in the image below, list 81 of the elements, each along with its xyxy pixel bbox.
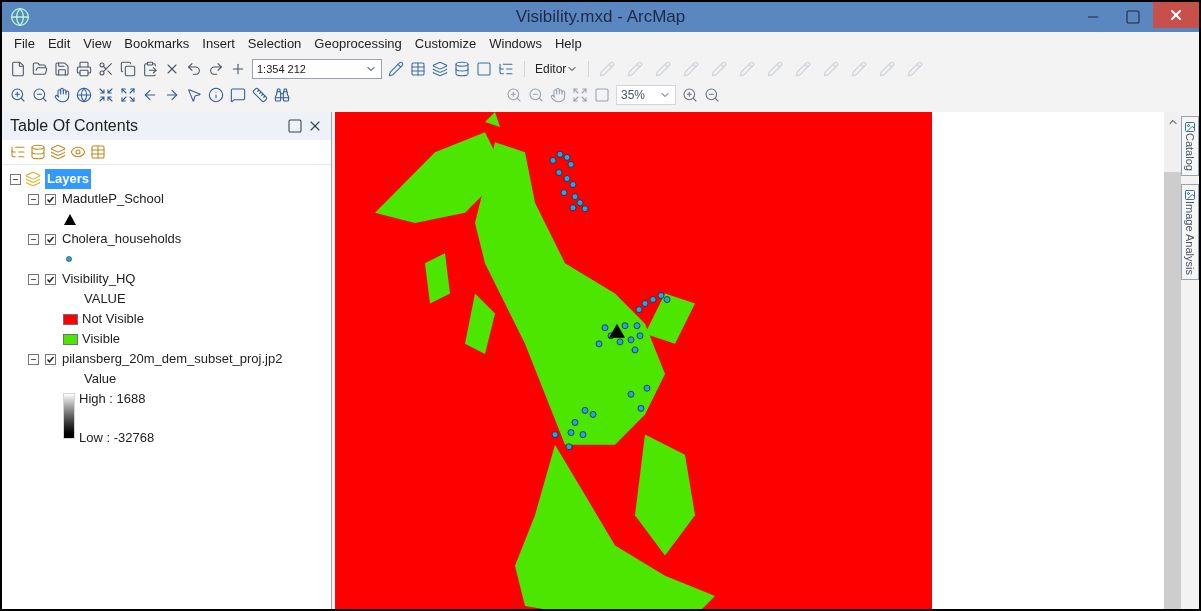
- toc-view-icon[interactable]: [50, 144, 66, 160]
- back-icon[interactable]: [142, 87, 158, 103]
- collapse-toggle[interactable]: [28, 273, 39, 285]
- menu-item[interactable]: Windows: [489, 34, 542, 54]
- legend-label: Low : -32768: [79, 428, 155, 447]
- layout-pan-icon[interactable]: [550, 87, 566, 103]
- zoom-in-icon[interactable]: [10, 87, 26, 103]
- pan-icon[interactable]: [54, 87, 70, 103]
- fixed-zoom-in-icon[interactable]: [98, 87, 114, 103]
- legend-label: Visible: [82, 330, 121, 349]
- measure-icon[interactable]: [252, 87, 268, 103]
- menu-item[interactable]: Bookmarks: [124, 34, 190, 54]
- forward-icon[interactable]: [164, 87, 180, 103]
- paste-icon[interactable]: [142, 61, 158, 77]
- grayscale-ramp: [63, 393, 75, 439]
- undo-icon[interactable]: [186, 61, 202, 77]
- scale-dropdown[interactable]: 1:354 212: [252, 59, 382, 79]
- legend-label: Not Visible: [82, 310, 144, 329]
- menu-item[interactable]: Help: [554, 34, 582, 54]
- close-button[interactable]: [1153, 2, 1199, 28]
- editor-menu-button[interactable]: Editor: [535, 60, 579, 78]
- toc-view-icon[interactable]: [10, 144, 26, 160]
- database-icon[interactable]: [454, 61, 470, 77]
- add-data-icon[interactable]: [230, 61, 246, 77]
- open-folder-icon[interactable]: [32, 61, 48, 77]
- layers-icon[interactable]: [432, 61, 448, 77]
- collapse-toggle[interactable]: [28, 353, 39, 365]
- fixed-zoom-out-icon[interactable]: [120, 87, 136, 103]
- layout-zoom-out-icon[interactable]: [704, 87, 720, 103]
- layout-zoom-dropdown[interactable]: 35%: [616, 85, 676, 105]
- zoom-out-icon[interactable]: [32, 87, 48, 103]
- layer-checkbox[interactable]: [45, 273, 56, 285]
- new-document-icon[interactable]: [10, 61, 26, 77]
- menu-item[interactable]: Edit: [47, 34, 71, 54]
- tree-item[interactable]: Visibility_HQ: [62, 269, 136, 289]
- find-icon[interactable]: [274, 87, 290, 103]
- window-title: Visibility.mxd - ArcMap: [515, 6, 686, 29]
- select-pointer-icon[interactable]: [186, 87, 202, 103]
- table-icon[interactable]: [410, 61, 426, 77]
- menu-item[interactable]: View: [83, 34, 112, 54]
- menu-item[interactable]: Insert: [202, 34, 235, 54]
- collapse-toggle[interactable]: [28, 233, 39, 245]
- legend-heading: VALUE: [84, 290, 126, 309]
- save-icon[interactable]: [54, 61, 70, 77]
- app-logo-icon[interactable]: [10, 7, 30, 27]
- toc-view-icon[interactable]: [90, 144, 106, 160]
- window-tab-icon: [1184, 188, 1196, 201]
- maximize-icon[interactable]: [1125, 9, 1141, 25]
- close-icon: [1168, 7, 1184, 23]
- menu-item[interactable]: File: [14, 34, 35, 54]
- tree-item[interactable]: Cholera_households: [62, 229, 182, 249]
- layer-checkbox[interactable]: [45, 233, 56, 245]
- collapse-toggle[interactable]: [28, 193, 39, 205]
- toc-view-icon[interactable]: [30, 144, 46, 160]
- panel-title: Table Of Contents: [10, 116, 139, 136]
- menu-item[interactable]: Selection: [247, 34, 302, 54]
- html-popup-icon[interactable]: [230, 87, 246, 103]
- scrollbar[interactable]: [1164, 112, 1181, 609]
- legend-heading: Value: [84, 370, 117, 389]
- globe-icon[interactable]: [76, 87, 92, 103]
- menu-item[interactable]: Geoprocessing: [314, 34, 402, 54]
- legend-label: High : 1688: [79, 390, 147, 408]
- layout-zoom-in-icon[interactable]: [682, 87, 698, 103]
- layout-full-extent-icon[interactable]: [572, 87, 588, 103]
- copy-icon[interactable]: [120, 61, 136, 77]
- layout-zoom-out-icon[interactable]: [528, 87, 544, 103]
- toc-view-icon[interactable]: [70, 144, 86, 160]
- layer-checkbox[interactable]: [45, 193, 56, 205]
- cut-icon[interactable]: [98, 61, 114, 77]
- triangle-symbol-icon: [64, 213, 76, 225]
- point-symbol-icon: [66, 256, 72, 262]
- print-icon[interactable]: [76, 61, 92, 77]
- window-tab-icon: [1184, 121, 1196, 133]
- redo-icon[interactable]: [208, 61, 224, 77]
- layer-checkbox[interactable]: [45, 353, 56, 365]
- menu-item[interactable]: Customize: [414, 34, 477, 54]
- tree-item[interactable]: pilansberg_20m_dem_subset_proj.jp2: [62, 349, 283, 369]
- tree-item[interactable]: MadutleP_School: [62, 189, 164, 209]
- identify-icon[interactable]: [208, 87, 224, 103]
- layout-zoom-in-icon[interactable]: [506, 87, 522, 103]
- collapse-toggle[interactable]: [10, 173, 21, 185]
